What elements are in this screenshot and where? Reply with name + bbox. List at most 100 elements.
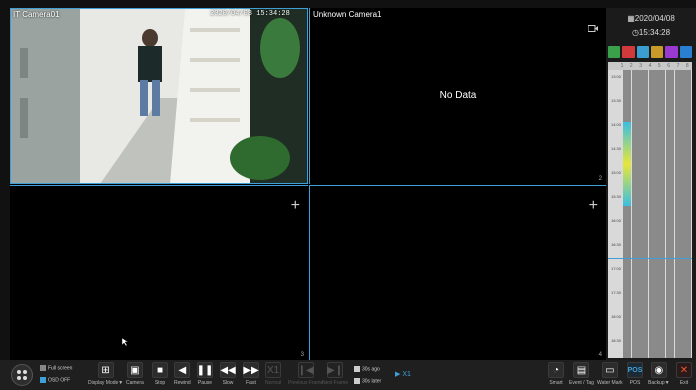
channel-label: 2 — [629, 63, 633, 69]
timeline-time-label: 14:00 — [610, 122, 621, 127]
no-data-message: No Data — [439, 90, 477, 101]
smart-button[interactable]: ◔ Smart — [548, 362, 564, 386]
water-mark-icon: ▭ — [601, 362, 618, 378]
timeline-channel-column[interactable] — [648, 70, 657, 358]
timeline-time-label: 15:30 — [610, 194, 621, 199]
normal-speed-icon: X1 — [265, 362, 282, 378]
channel-label: 7 — [676, 63, 680, 69]
manual-icon[interactable] — [650, 46, 664, 58]
channel-label: 4 — [648, 63, 652, 69]
timeline-channel-column[interactable] — [674, 70, 683, 358]
tile-number: 3 — [300, 352, 304, 358]
tile-number: 2 — [598, 176, 602, 182]
schedule-icon[interactable] — [608, 46, 621, 58]
slow-button[interactable]: ◀◀ Slow — [220, 362, 236, 386]
pos-icon: POS — [627, 362, 643, 378]
timeline-chart[interactable]: 1 2 3 4 5 6 7 8 13:00 13:30 14:00 14:30 15:0… — [608, 62, 692, 358]
playback-window: IT Camera01 2020/04/08 15:34:28 Unknown … — [0, 0, 696, 390]
next-frame-button[interactable]: ▶❙ Next Frame — [322, 362, 348, 386]
stop-button[interactable]: ■ Stop — [152, 362, 168, 386]
minus-icon — [354, 366, 360, 372]
channel-label: 3 — [639, 63, 643, 69]
timeline-time-label: 18:30 — [610, 338, 621, 343]
video-tile-4[interactable]: + 4 — [309, 185, 606, 360]
disc-icon: ◉ — [650, 362, 667, 378]
playback-toolbar: Full screen OSD OFF ⊞ Display Mode▼ ▣ Came… — [0, 360, 696, 390]
video-tile-2[interactable]: Unknown Camera1 No Data 2 — [309, 8, 606, 184]
rewind-icon: ◀ — [174, 362, 191, 378]
channel-label: 6 — [667, 63, 671, 69]
channel-label: 5 — [657, 63, 661, 69]
osd-timestamp: 2020/04/08 15:34:28 — [210, 10, 290, 18]
video-tile-1[interactable]: IT Camera01 2020/04/08 15:34:28 — [10, 8, 308, 184]
water-mark-button[interactable]: ▭ Water Mark — [597, 362, 623, 386]
seek-back-button[interactable]: 30s ago — [354, 366, 380, 372]
camera-title: Unknown Camera1 — [313, 10, 382, 19]
timeline-sidebar: ▦2020/04/08 ◷15:34:28 1 2 3 4 5 6 7 8 13… — [606, 8, 696, 360]
playback-time[interactable]: ◷15:34:28 — [606, 28, 696, 37]
grid-menu-icon — [17, 370, 27, 380]
timeline-channel-column[interactable] — [640, 70, 649, 358]
smart-icon: ◔ — [548, 362, 564, 378]
timeline-channel-header: 1 2 3 4 5 6 7 8 — [608, 62, 692, 70]
camera-icon: ▣ — [126, 362, 143, 378]
channel-label: 8 — [685, 63, 689, 69]
slow-icon: ◀◀ — [220, 362, 236, 378]
normal-speed-button[interactable]: X1 Normal — [265, 362, 281, 386]
pause-button[interactable]: ❚❚ Pause — [197, 362, 213, 386]
timeline-time-label: 16:30 — [610, 242, 621, 247]
add-camera-icon[interactable]: + — [291, 198, 300, 214]
timeline-time-label: 18:00 — [610, 314, 621, 319]
next-frame-icon: ▶❙ — [327, 362, 343, 378]
osd-toggle-button[interactable]: OSD OFF — [40, 377, 70, 383]
video-grid: IT Camera01 2020/04/08 15:34:28 Unknown … — [10, 8, 606, 360]
pos-filter-icon[interactable] — [679, 46, 692, 58]
timeline-time-label: 13:00 — [610, 74, 621, 79]
layout-grid-icon: ⊞ — [97, 362, 114, 378]
channel-label: 1 — [620, 63, 624, 69]
rewind-button[interactable]: ◀ Rewind — [174, 362, 191, 386]
camera-button[interactable]: ▣ Camera — [126, 362, 144, 386]
pause-icon: ❚❚ — [197, 362, 213, 378]
timeline-channel-column[interactable] — [683, 70, 692, 358]
channel-filter-icons — [608, 46, 692, 58]
add-camera-icon[interactable]: + — [589, 198, 598, 214]
display-mode-button[interactable]: ⊞ Display Mode▼ — [88, 362, 123, 386]
close-icon: ✕ — [676, 362, 692, 378]
event-tag-button[interactable]: ▤ Event / Tag — [569, 362, 594, 386]
fullscreen-icon — [40, 365, 46, 371]
timeline-time-label: 16:00 — [610, 218, 621, 223]
previous-frame-button[interactable]: ❙◀ Previous Frame — [288, 362, 323, 386]
fast-button[interactable]: ▶▶ Fast — [243, 362, 259, 386]
timeline-time-label: 17:30 — [610, 290, 621, 295]
sensor-icon[interactable] — [636, 46, 649, 58]
event-tag-icon: ▤ — [573, 362, 590, 378]
play-indicator-icon: ▶ — [395, 371, 401, 378]
timeline-time-label: 15:00 — [610, 170, 621, 175]
timeline-channel-column[interactable] — [657, 70, 666, 358]
fullscreen-button[interactable]: Full screen — [40, 365, 72, 371]
osd-icon — [40, 377, 46, 383]
timeline-channel-column[interactable] — [666, 70, 674, 358]
stop-icon: ■ — [152, 362, 168, 378]
timeline-channel-column[interactable] — [631, 70, 640, 358]
exit-button[interactable]: ✕ Exit — [676, 362, 692, 386]
motion-icon[interactable] — [622, 46, 635, 58]
mouse-cursor-icon — [122, 338, 129, 346]
timeline-time-label: 17:00 — [610, 266, 621, 271]
seek-forward-button[interactable]: 30s later — [354, 378, 381, 384]
pos-button[interactable]: POS POS — [627, 362, 643, 386]
plus-icon — [354, 378, 360, 384]
playback-date[interactable]: ▦2020/04/08 — [606, 14, 696, 23]
timeline-time-label: 13:30 — [610, 98, 621, 103]
recording-segment[interactable] — [623, 122, 631, 206]
current-time-marker — [608, 258, 692, 259]
home-button[interactable] — [11, 364, 33, 386]
fast-icon: ▶▶ — [243, 362, 259, 378]
intelligence-icon[interactable] — [665, 46, 678, 58]
camera-title: IT Camera01 — [13, 10, 60, 19]
previous-frame-icon: ❙◀ — [298, 362, 314, 378]
timeline-channel-column[interactable] — [623, 70, 631, 358]
backup-button[interactable]: ◉ Backup▼ — [648, 362, 670, 386]
video-tile-3[interactable]: + 3 — [10, 185, 308, 360]
